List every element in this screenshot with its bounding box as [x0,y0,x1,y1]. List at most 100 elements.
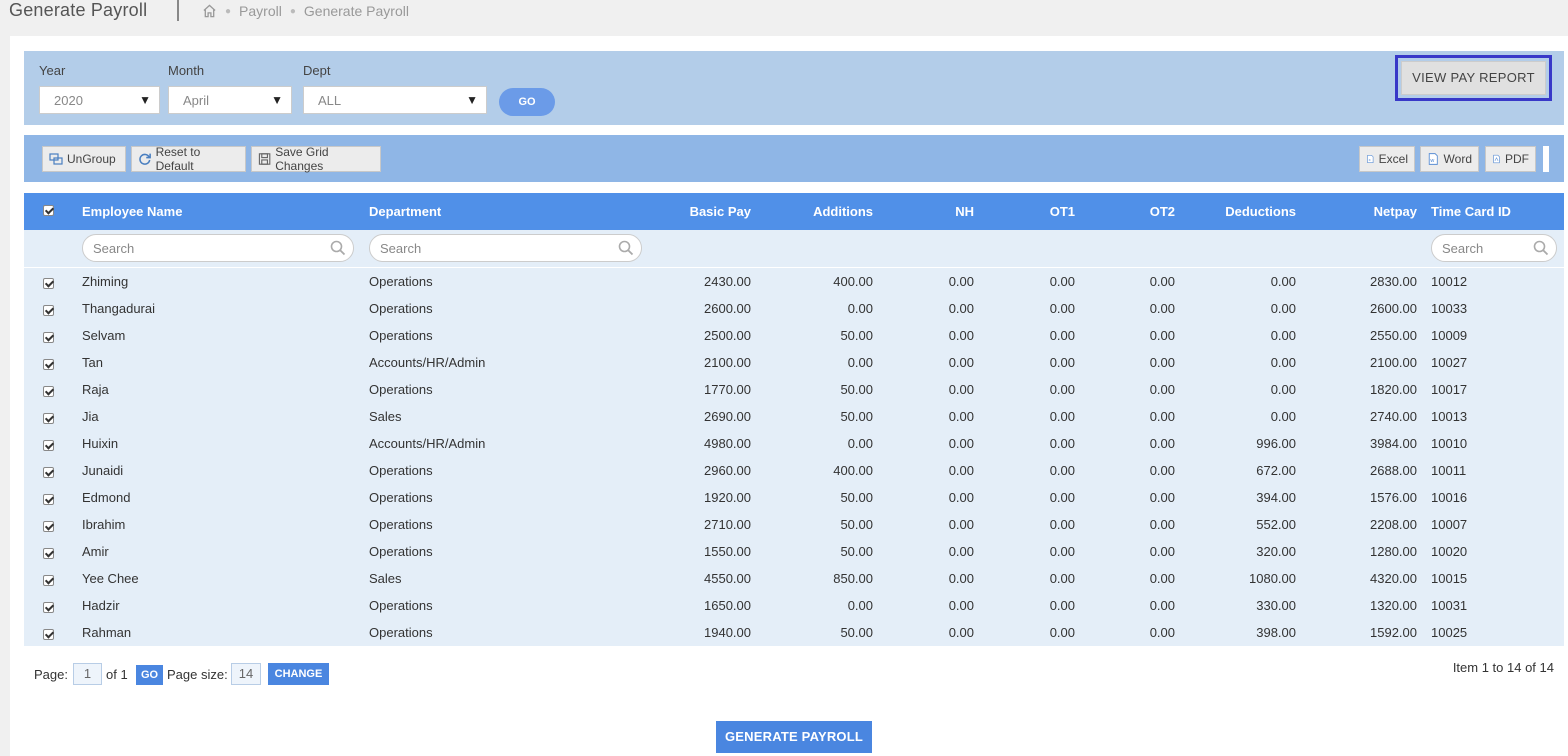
cell-deductions: 398.00 [1256,625,1296,640]
table-row[interactable]: Tan Accounts/HR/Admin 2100.00 0.00 0.00 0.00 0… [24,349,1564,376]
page-size-change-button[interactable]: CHANGE [268,663,329,685]
cell-nh: 0.00 [948,571,974,586]
cell-ot1: 0.00 [1049,328,1075,343]
cell-ot2: 0.00 [1149,517,1175,532]
cell-department: Operations [369,328,433,343]
export-pdf-button[interactable]: PDF [1485,146,1536,172]
col-netpay[interactable]: Netpay [1307,204,1417,219]
cell-time-card-id: 10009 [1431,328,1468,343]
col-basic-pay[interactable]: Basic Pay [641,204,751,219]
reset-default-button[interactable]: Reset to Default [131,145,246,173]
row-checkbox[interactable] [43,278,54,289]
cell-deductions: 552.00 [1256,517,1296,532]
table-row[interactable]: Jia Sales 2690.00 50.00 0.00 0.00 0.00 0.00 2740… [24,403,1564,430]
row-checkbox[interactable] [43,440,54,451]
cell-ot1: 0.00 [1049,544,1075,559]
table-row[interactable]: Yee Chee Sales 4550.00 850.00 0.00 0.00 0.00 10… [24,565,1564,592]
table-row[interactable]: Selvam Operations 2500.00 50.00 0.00 0.00 0.00… [24,322,1564,349]
row-checkbox[interactable] [43,494,54,505]
col-employee-name[interactable]: Employee Name [82,204,182,219]
cell-ot2: 0.00 [1149,409,1175,424]
row-checkbox[interactable] [43,467,54,478]
month-value: April [183,93,210,108]
table-row[interactable]: Edmond Operations 1920.00 50.00 0.00 0.00 0.00… [24,484,1564,511]
generate-payroll-button[interactable]: GENERATE PAYROLL [716,721,872,753]
row-checkbox[interactable] [43,521,54,532]
year-select[interactable]: 2020 ▼ [39,86,160,114]
cell-time-card-id: 10015 [1431,571,1468,586]
reset-default-label: Reset to Default [155,145,201,173]
cell-employee-name: Jia [82,409,99,424]
cell-additions: 400.00 [833,274,873,289]
cell-ot2: 0.00 [1149,382,1175,397]
col-time-card-id[interactable]: Time Card ID [1431,204,1511,219]
cell-basic-pay: 4980.00 [704,436,751,451]
department-search-placeholder: Search [380,241,422,256]
export-word-button[interactable]: w Word [1420,146,1479,172]
col-nh[interactable]: NH [864,204,974,219]
cell-nh: 0.00 [948,274,974,289]
breadcrumb-generate-payroll: Generate Payroll [303,3,409,19]
cell-deductions: 394.00 [1256,490,1296,505]
search-icon [618,240,634,256]
cell-nh: 0.00 [948,463,974,478]
row-checkbox[interactable] [43,629,54,640]
table-row[interactable]: Ibrahim Operations 2710.00 50.00 0.00 0.00 0.0… [24,511,1564,538]
cell-ot2: 0.00 [1149,598,1175,613]
view-pay-report-button[interactable]: VIEW PAY REPORT [1401,61,1546,95]
col-deductions[interactable]: Deductions [1186,204,1296,219]
ungroup-button[interactable]: UnGroup [42,146,126,172]
time-card-id-search[interactable]: Search [1431,234,1557,262]
cell-ot2: 0.00 [1149,571,1175,586]
dept-select[interactable]: ALL ▼ [303,86,487,114]
page-go-button[interactable]: GO [136,665,163,685]
breadcrumb-payroll[interactable]: Payroll [239,3,282,19]
filter-go-button[interactable]: GO [499,88,555,116]
save-grid-changes-button[interactable]: Save Grid Changes [251,145,381,173]
cell-netpay: 4320.00 [1370,571,1417,586]
table-row[interactable]: Junaidi Operations 2960.00 400.00 0.00 0.00 0.… [24,457,1564,484]
employee-name-search[interactable]: Search [82,234,354,262]
time-card-id-search-placeholder: Search [1442,241,1484,256]
cell-deductions: 0.00 [1270,328,1296,343]
col-ot1[interactable]: OT1 [965,204,1075,219]
cell-deductions: 0.00 [1270,274,1296,289]
cell-ot2: 0.00 [1149,436,1175,451]
month-select[interactable]: April ▼ [168,86,292,114]
page-number-input[interactable]: 1 [73,663,102,685]
cell-basic-pay: 1650.00 [704,598,751,613]
col-department[interactable]: Department [369,204,441,219]
page-size-input[interactable]: 14 [231,663,261,685]
cell-basic-pay: 2430.00 [704,274,751,289]
row-checkbox[interactable] [43,332,54,343]
table-row[interactable]: Rahman Operations 1940.00 50.00 0.00 0.00 0.00… [24,619,1564,646]
search-icon [1533,240,1549,256]
items-info: Item 1 to 14 of 14 [1452,660,1554,675]
cell-ot1: 0.00 [1049,409,1075,424]
cell-ot1: 0.00 [1049,625,1075,640]
cell-employee-name: Tan [82,355,103,370]
row-checkbox[interactable] [43,548,54,559]
table-row[interactable]: Huixin Accounts/HR/Admin 4980.00 0.00 0.00 0.… [24,430,1564,457]
filter-bar: Year 2020 ▼ Month April ▼ Dept ALL ▼ GO … [24,51,1564,125]
cell-time-card-id: 10013 [1431,409,1468,424]
table-row[interactable]: Raja Operations 1770.00 50.00 0.00 0.00 0.00 0.… [24,376,1564,403]
table-row[interactable]: Zhiming Operations 2430.00 400.00 0.00 0.00 0.… [24,268,1564,295]
col-ot2[interactable]: OT2 [1065,204,1175,219]
cell-department: Operations [369,517,433,532]
row-checkbox[interactable] [43,305,54,316]
row-checkbox[interactable] [43,413,54,424]
row-checkbox[interactable] [43,575,54,586]
table-row[interactable]: Thangadurai Operations 2600.00 0.00 0.00 0.00… [24,295,1564,322]
row-checkbox[interactable] [43,359,54,370]
table-row[interactable]: Amir Operations 1550.00 50.00 0.00 0.00 0.00 32… [24,538,1564,565]
export-excel-button[interactable]: x Excel [1359,146,1415,172]
department-search[interactable]: Search [369,234,642,262]
row-checkbox[interactable] [43,386,54,397]
cell-employee-name: Zhiming [82,274,129,289]
select-all-checkbox[interactable] [43,205,54,216]
table-row[interactable]: Hadzir Operations 1650.00 0.00 0.00 0.00 0.00 3… [24,592,1564,619]
row-checkbox[interactable] [43,602,54,613]
home-icon[interactable] [202,4,217,18]
col-additions[interactable]: Additions [763,204,873,219]
